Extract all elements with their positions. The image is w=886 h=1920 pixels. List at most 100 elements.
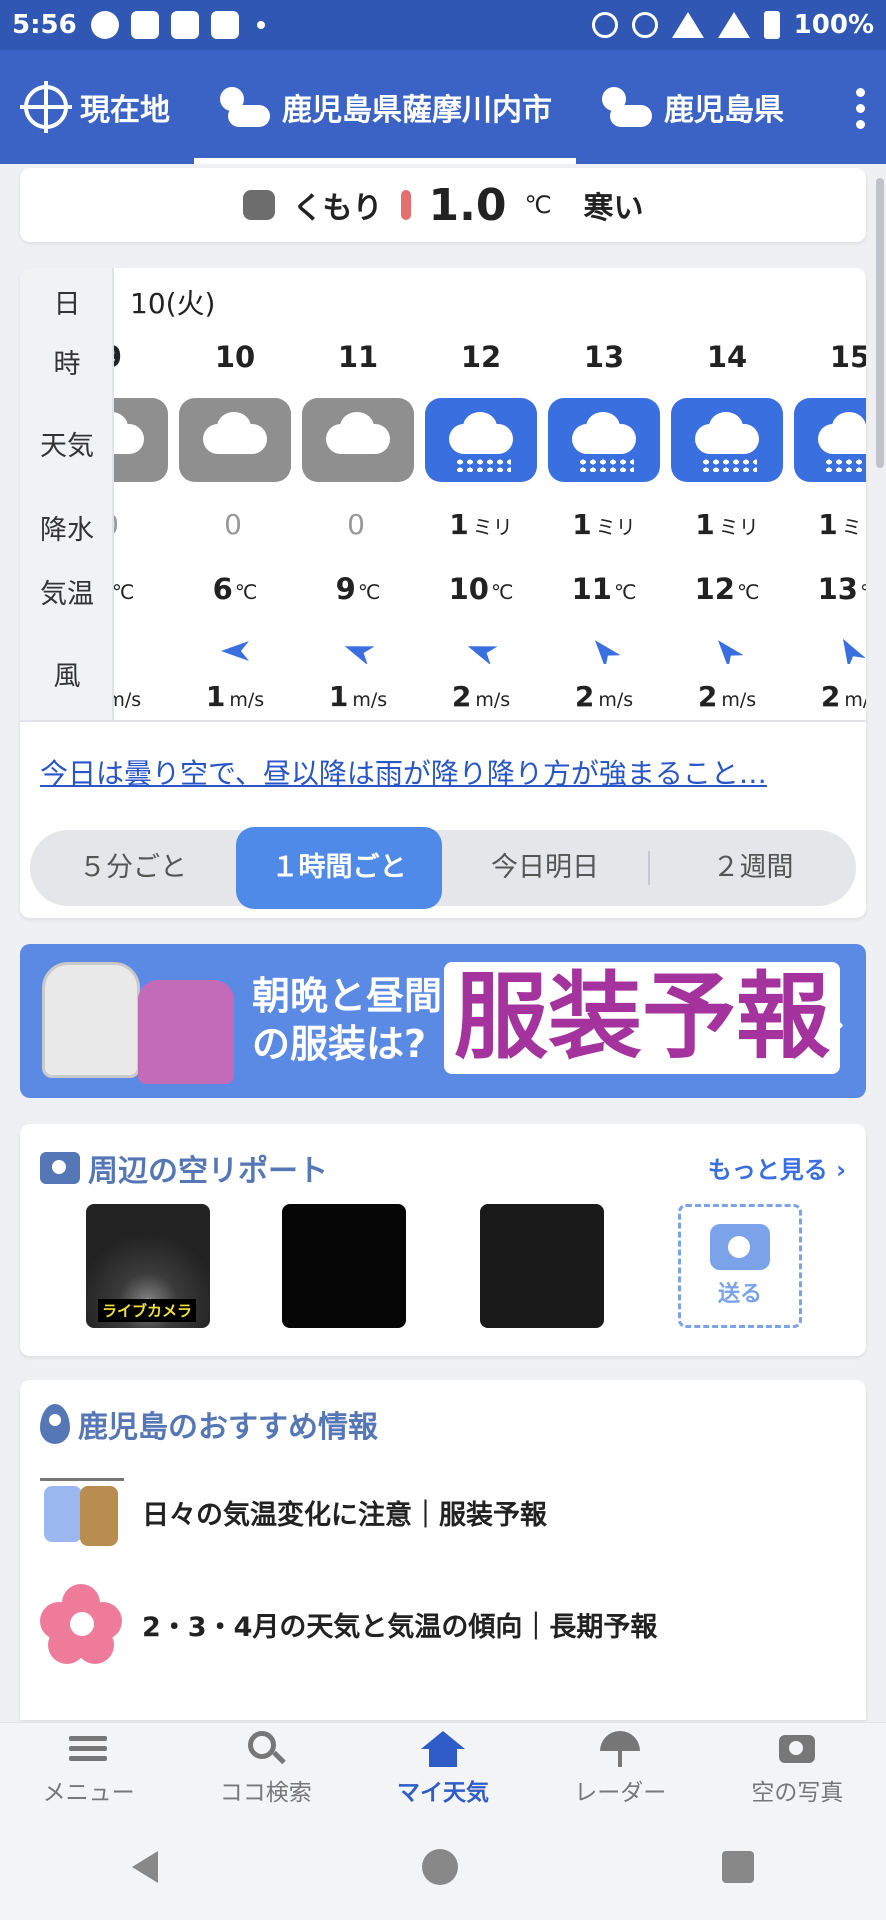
system-navigation-bar (0, 1814, 886, 1920)
temp-amount: 6 (212, 572, 233, 606)
send-photo-button[interactable]: 送る (678, 1204, 802, 1328)
precip-unit: ミリ (841, 515, 866, 539)
wind-direction-icon (219, 638, 251, 664)
hour-column: 12 1 ミリ 10 ℃ 2 m/s (421, 268, 541, 720)
recommendation-item[interactable]: 2・3・4月の天気と気温の傾向｜長期予報 (40, 1584, 657, 1664)
wind-value: 2m/s (421, 680, 541, 713)
temp-unit: ℃ (613, 580, 637, 604)
status-time: 5:56 (12, 10, 77, 40)
map-pin-icon (40, 1404, 70, 1444)
bottom-navigation: メニュー ココ検索 マイ天気 レーダー 空の写真 (0, 1722, 886, 1814)
banner-subtitle: 朝晩と昼間の服装は? (252, 974, 443, 1066)
wind-speed: 1 (205, 680, 226, 713)
wind-speed: 1 (328, 680, 349, 713)
more-notifications-icon (256, 21, 265, 29)
segment-2weeks[interactable]: ２週間 (650, 830, 856, 906)
nav-label: レーダー (574, 1779, 667, 1806)
wind-unit: m/s (352, 689, 388, 711)
sky-report-title: 周辺の空リポート (40, 1146, 328, 1190)
umbrella-icon (600, 1730, 641, 1767)
temp-unit: ℃ (736, 580, 760, 604)
current-weather-text: くもり (292, 191, 383, 226)
wind-direction-icon (465, 638, 498, 666)
precip-amount: 1 (818, 508, 838, 541)
wind-unit: m/s (721, 689, 757, 711)
segment-today-tomorrow[interactable]: 今日明日 (442, 830, 648, 906)
instagram-icon (210, 11, 239, 39)
current-weather-card: くもり 1.0 ℃ 寒い (20, 168, 866, 242)
tab-satsumasendai[interactable]: 鹿児島県薩摩川内市 (194, 50, 576, 164)
see-more-link[interactable]: もっと見る › (708, 1150, 846, 1185)
tab-current-location[interactable]: 現在地 (0, 50, 194, 164)
temp-value: 12 ℃ (667, 572, 787, 606)
temp-unit: ℃ (860, 580, 866, 604)
divider (20, 720, 866, 722)
thermometer-icon (400, 190, 411, 220)
tab-kagoshima[interactable]: 鹿児島県 (576, 50, 808, 164)
sky-photo-thumbnail[interactable] (480, 1204, 604, 1328)
temp-value: 9 ℃ (298, 572, 418, 606)
recommendation-text: 2・3・4月の天気と気温の傾向｜長期予報 (142, 1611, 658, 1643)
wind-speed: 2 (574, 680, 595, 713)
nav-menu[interactable]: メニュー (0, 1723, 177, 1814)
more-options-icon[interactable] (856, 88, 866, 129)
sky-photo-thumbnail[interactable]: ライブカメラ (86, 1204, 210, 1328)
precip-amount: 1 (695, 508, 715, 541)
precip-unit: ミリ (718, 515, 759, 539)
camera-icon (710, 1224, 770, 1270)
precip-value: 0 (175, 508, 295, 541)
precip-unit: ミリ (472, 515, 513, 539)
send-photo-label: 送る (717, 1282, 762, 1307)
segment-5min[interactable]: ５分ごと (30, 830, 236, 906)
location-tab-bar: 現在地 鹿児島県薩摩川内市 鹿児島県 (0, 50, 886, 164)
row-label-weather: 天気 (40, 431, 94, 462)
hour-label: 13 (583, 340, 625, 374)
precip-amount: 0 (347, 508, 365, 541)
recents-icon[interactable] (722, 1851, 754, 1883)
chevron-right-icon: › (827, 996, 846, 1050)
nav-search[interactable]: ココ検索 (177, 1723, 354, 1814)
wind-value: 1 m/s (298, 680, 418, 713)
hour-label: 15 (829, 340, 866, 374)
hour-label: 9 (114, 340, 172, 374)
wind-unit: m/s (844, 689, 866, 711)
home-circle-icon[interactable] (422, 1849, 458, 1885)
wind-direction-icon (342, 638, 375, 666)
battery-icon (763, 11, 780, 39)
wifi-icon (671, 12, 704, 38)
sky-photo-thumbnail[interactable] (282, 1204, 406, 1328)
precip-unit: ミリ (595, 515, 636, 539)
clothing-forecast-banner[interactable]: 朝晩と昼間の服装は? 服装予報 › (20, 944, 866, 1098)
hourly-columns[interactable]: 903℃0m/s1006℃1m/s1109℃1m/s121ミリ10℃2m/s13… (114, 268, 866, 720)
row-label-temp: 気温 (40, 579, 94, 610)
precip-amount: 0 (114, 508, 119, 541)
wind-speed: 2 (820, 680, 841, 713)
temp-value: 11 ℃ (544, 572, 664, 606)
row-label-wind: 風 (53, 661, 81, 692)
wind-unit: m/s (114, 689, 142, 711)
nav-radar[interactable]: レーダー (532, 1723, 709, 1814)
segment-1hour[interactable]: １時間ごと (236, 827, 442, 909)
jacket-illustration (42, 962, 140, 1078)
recommendations-card: 鹿児島のおすすめ情報 日々の気温変化に注意｜服装予報 2・3・4月の天気と気温の… (20, 1380, 866, 1720)
scrollbar[interactable] (876, 178, 884, 468)
precip-value: 1ミリ (544, 508, 664, 541)
cloud-icon (302, 398, 414, 482)
temp-value: 6 ℃ (175, 572, 295, 606)
temp-amount: 12 (694, 572, 735, 606)
nav-my-weather[interactable]: マイ天気 (354, 1723, 531, 1814)
interval-segmented-control: ５分ごと １時間ごと 今日明日 ２週間 (30, 827, 856, 909)
recommendation-item[interactable]: 日々の気温変化に注意｜服装予報 (40, 1472, 547, 1552)
back-icon[interactable] (132, 1851, 158, 1883)
forecast-summary-link[interactable]: 今日は曇り空で、昼以降は雨が降り降り方が強まること… (40, 752, 860, 792)
temp-unit: ℃ (357, 580, 381, 604)
wind-direction-icon (834, 638, 866, 669)
rain-icon (425, 398, 537, 482)
precip-value: 0 (298, 508, 418, 541)
notification-icons (90, 11, 265, 39)
temp-unit: ℃ (114, 580, 135, 604)
wind-value: 2m/s (544, 680, 664, 713)
wind-direction-icon (711, 638, 744, 669)
nav-sky-photos[interactable]: 空の写真 (709, 1723, 886, 1814)
youtube-icon (170, 11, 199, 39)
